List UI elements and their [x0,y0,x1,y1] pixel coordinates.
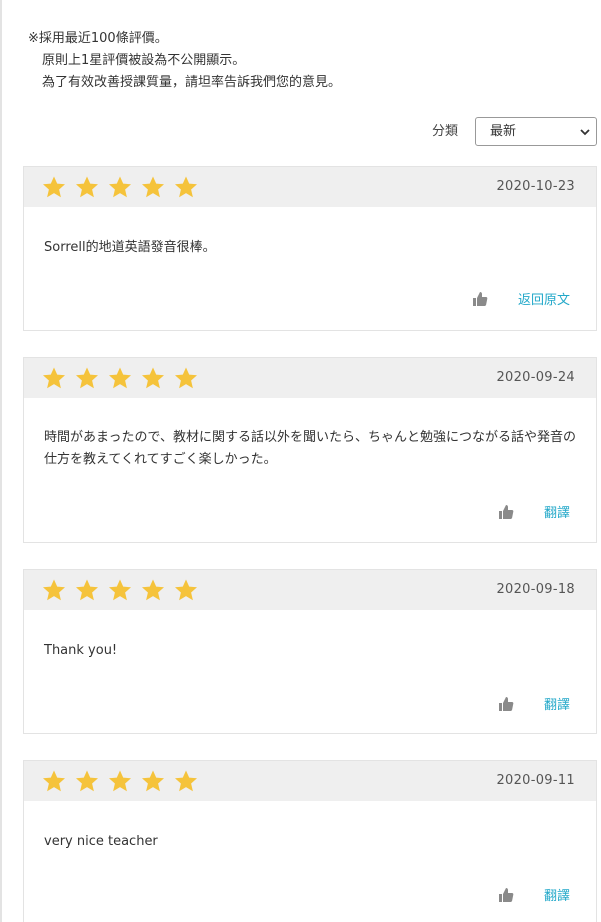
star-icon [175,176,197,198]
chevron-down-icon [580,129,590,136]
review-date: 2020-10-23 [496,179,575,194]
review-actions: 翻譯 [498,694,570,713]
star-icon [76,367,98,389]
star-icon [43,176,65,198]
star-icon [109,367,131,389]
star-rating [42,367,198,389]
star-rating [42,770,198,792]
star-icon [142,579,164,601]
star-icon [109,579,131,601]
review-comment: Thank you! [44,643,118,658]
star-icon [76,770,98,792]
translate-link[interactable]: 翻譯 [544,885,570,904]
review-body: very nice teacher 翻譯 [24,801,596,922]
review-comment: 時間があまったので、教材に関する話以外を聞いたら、ちゃんと勉強につながる話や発音… [44,430,576,467]
show-original-link[interactable]: 返回原文 [518,289,570,308]
review-header: 2020-09-18 [24,570,596,610]
star-icon [43,770,65,792]
review-card: 2020-09-24 時間があまったので、教材に関する話以外を聞いたら、ちゃんと… [23,357,597,543]
review-card: 2020-10-23 Sorrell的地道英語發音很棒。 返回原文 [23,166,597,331]
review-header: 2020-09-24 [24,358,596,398]
review-card: 2020-09-11 very nice teacher 翻譯 [23,760,597,922]
star-icon [142,770,164,792]
star-icon [109,770,131,792]
review-policy-notice: ※採用最近100條評價。 原則上1星評價被設為不公開顯示。 為了有效改善授課質量… [28,28,341,94]
star-rating [42,579,198,601]
review-body: Sorrell的地道英語發音很棒。 返回原文 [24,207,596,331]
translate-link[interactable]: 翻譯 [544,502,570,521]
review-date: 2020-09-18 [496,582,575,597]
sort-selected-value: 最新 [490,124,517,139]
review-actions: 翻譯 [498,502,570,521]
review-body: Thank you! 翻譯 [24,610,596,734]
thumbs-up-icon[interactable] [498,504,514,520]
star-icon [142,367,164,389]
review-date: 2020-09-11 [496,773,575,788]
star-icon [142,176,164,198]
review-header: 2020-09-11 [24,761,596,801]
review-header: 2020-10-23 [24,167,596,207]
sort-select[interactable]: 最新 [475,117,597,146]
sort-row: 分類 最新 [0,116,601,146]
star-icon [43,367,65,389]
star-rating [42,176,198,198]
translate-link[interactable]: 翻譯 [544,694,570,713]
notice-line-2: 原則上1星評價被設為不公開顯示。 [42,53,246,68]
review-actions: 返回原文 [472,289,570,308]
star-icon [109,176,131,198]
star-icon [76,176,98,198]
notice-line-3: 為了有效改善授課質量，請坦率告訴我們您的意見。 [42,75,342,90]
star-icon [175,770,197,792]
thumbs-up-icon[interactable] [498,696,514,712]
notice-line-1: ※採用最近100條評價。 [28,31,168,46]
star-icon [175,579,197,601]
review-comment: very nice teacher [44,834,158,849]
sort-label: 分類 [432,124,459,139]
review-card: 2020-09-18 Thank you! 翻譯 [23,569,597,734]
thumbs-up-icon[interactable] [498,887,514,903]
star-icon [76,579,98,601]
review-body: 時間があまったので、教材に関する話以外を聞いたら、ちゃんと勉強につながる話や発音… [24,398,596,543]
thumbs-up-icon[interactable] [472,291,488,307]
review-actions: 翻譯 [498,885,570,904]
star-icon [43,579,65,601]
review-date: 2020-09-24 [496,370,575,385]
review-comment: Sorrell的地道英語發音很棒。 [44,240,216,255]
star-icon [175,367,197,389]
